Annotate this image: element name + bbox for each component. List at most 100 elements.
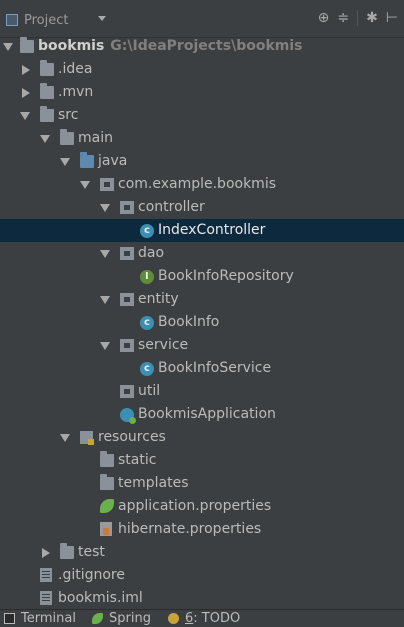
spring-boot-app-icon <box>120 408 136 424</box>
class-icon <box>140 311 154 334</box>
tree-item-label: IndexController <box>158 222 266 238</box>
tree-item-static[interactable]: static <box>0 449 404 472</box>
tree-item-bookmis-application[interactable]: BookmisApplication <box>0 403 404 426</box>
collapse-arrow-icon[interactable] <box>22 65 30 75</box>
folder-icon <box>100 474 114 490</box>
tree-item-label: .gitignore <box>58 567 125 583</box>
package-icon <box>100 178 114 191</box>
tree-item-package[interactable]: com.example.bookmis <box>0 173 404 196</box>
collapse-all-icon[interactable]: ≑ <box>337 10 349 26</box>
terminal-label: Terminal <box>21 611 76 626</box>
hide-icon[interactable]: ⊢ <box>386 10 398 26</box>
text-file-icon <box>40 568 52 582</box>
class-icon <box>140 219 154 242</box>
tree-item-label: BookInfoRepository <box>158 268 294 284</box>
folder-icon <box>40 83 54 99</box>
package-icon <box>120 201 134 214</box>
gear-icon[interactable]: ✱ <box>366 10 378 26</box>
module-folder-icon <box>20 37 34 53</box>
interface-icon <box>140 265 154 288</box>
tree-item-label: static <box>118 452 157 468</box>
tree-item-book-info-service[interactable]: BookInfoService <box>0 357 404 380</box>
tree-item-idea[interactable]: .idea <box>0 58 404 81</box>
collapse-arrow-icon[interactable] <box>42 548 50 558</box>
tree-item-main[interactable]: main <box>0 127 404 150</box>
tree-item-label: .mvn <box>58 84 94 100</box>
tree-item-test[interactable]: test <box>0 541 404 564</box>
expand-arrow-icon[interactable] <box>100 250 110 258</box>
tree-item-label: hibernate.properties <box>118 521 262 537</box>
tree-item-label: bookmis G:\IdeaProjects\bookmis <box>38 38 303 54</box>
tree-item-label: src <box>58 107 79 123</box>
collapse-arrow-icon[interactable] <box>22 88 30 98</box>
folder-icon <box>40 60 54 76</box>
source-folder-icon <box>80 152 94 168</box>
module-path: G:\IdeaProjects\bookmis <box>110 38 303 54</box>
spring-leaf-icon <box>100 499 114 513</box>
tree-item-bookmis[interactable]: bookmis G:\IdeaProjects\bookmis <box>0 35 404 58</box>
project-view-selector[interactable]: Project <box>6 11 68 29</box>
tree-item-hibernate-properties[interactable]: hibernate.properties <box>0 518 404 541</box>
tree-item-gitignore[interactable]: .gitignore <box>0 564 404 587</box>
terminal-icon <box>4 613 15 624</box>
expand-arrow-icon[interactable] <box>100 342 110 350</box>
spring-icon <box>92 613 103 624</box>
tree-item-book-info-repository[interactable]: BookInfoRepository <box>0 265 404 288</box>
expand-arrow-icon[interactable] <box>100 296 110 304</box>
expand-arrow-icon[interactable] <box>80 181 90 189</box>
tree-item-index-controller[interactable]: IndexController <box>0 219 404 242</box>
todo-tab[interactable]: 6: TODO <box>168 610 240 627</box>
tree-item-label: BookInfoService <box>158 360 272 376</box>
tree-item-label: templates <box>118 475 189 491</box>
expand-arrow-icon[interactable] <box>20 112 30 120</box>
todo-number: 6 <box>185 611 194 626</box>
expand-arrow-icon[interactable] <box>100 204 110 212</box>
tree-item-label: entity <box>138 291 179 307</box>
tree-item-dao[interactable]: dao <box>0 242 404 265</box>
tree-item-book-info[interactable]: BookInfo <box>0 311 404 334</box>
tree-item-application-properties[interactable]: application.properties <box>0 495 404 518</box>
tree-item-util[interactable]: util <box>0 380 404 403</box>
todo-label: : TODO <box>193 611 241 626</box>
module-file-icon <box>40 591 52 605</box>
package-icon <box>120 385 134 398</box>
package-icon <box>120 293 134 306</box>
project-tree: bookmis G:\IdeaProjects\bookmis .idea .mv… <box>0 35 404 611</box>
expand-arrow-icon[interactable] <box>40 135 50 143</box>
folder-icon <box>100 451 114 467</box>
todo-icon <box>168 613 179 624</box>
tree-item-label: BookmisApplication <box>138 406 276 422</box>
spring-tab[interactable]: Spring <box>92 610 151 627</box>
project-toolbar: Project ⊕ ≑ ✱ ⊢ <box>0 0 404 38</box>
class-icon <box>140 357 154 380</box>
tree-item-entity[interactable]: entity <box>0 288 404 311</box>
tree-item-templates[interactable]: templates <box>0 472 404 495</box>
package-icon <box>120 247 134 260</box>
tree-item-label: com.example.bookmis <box>118 176 277 192</box>
properties-file-icon <box>100 522 112 536</box>
tree-item-bookmis-iml[interactable]: bookmis.iml <box>0 587 404 610</box>
expand-arrow-icon[interactable] <box>60 434 70 442</box>
locate-icon[interactable]: ⊕ <box>318 10 330 26</box>
toolbar-actions: ⊕ ≑ ✱ ⊢ <box>318 10 398 26</box>
tree-item-java[interactable]: java <box>0 150 404 173</box>
expand-arrow-icon[interactable] <box>3 43 13 51</box>
chevron-down-icon[interactable] <box>98 16 106 21</box>
tree-item-controller[interactable]: controller <box>0 196 404 219</box>
folder-icon <box>60 543 74 559</box>
tree-item-label: BookInfo <box>158 314 220 330</box>
tree-item-label: util <box>138 383 161 399</box>
tree-item-mvn[interactable]: .mvn <box>0 81 404 104</box>
tree-item-label: resources <box>98 429 166 445</box>
terminal-tab[interactable]: Terminal <box>4 610 76 627</box>
expand-arrow-icon[interactable] <box>60 158 70 166</box>
tree-item-label: bookmis.iml <box>58 590 143 606</box>
package-icon <box>120 339 134 352</box>
tree-item-label: service <box>138 337 189 353</box>
folder-icon <box>60 129 74 145</box>
tool-window-bar: Terminal Spring 6: TODO <box>0 609 404 626</box>
tree-item-resources[interactable]: resources <box>0 426 404 449</box>
tree-item-service[interactable]: service <box>0 334 404 357</box>
tree-item-src[interactable]: src <box>0 104 404 127</box>
project-view-title: Project <box>24 12 69 28</box>
